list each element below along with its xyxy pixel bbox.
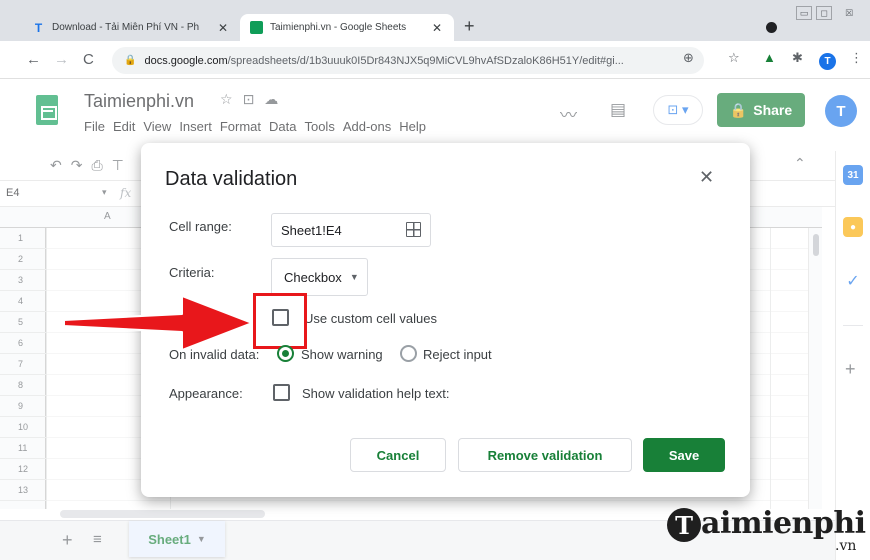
lock-icon: 🔒	[124, 55, 137, 66]
close-icon[interactable]: ✕	[699, 167, 714, 188]
reject-input-radio[interactable]	[400, 345, 417, 362]
url-path: /spreadsheets/d/1b3uuuk0I5Dr843NJX5q9MiC…	[227, 54, 624, 67]
appearance-label: Appearance:	[169, 386, 243, 401]
close-tab-icon[interactable]: ✕	[216, 21, 230, 35]
show-warning-radio[interactable]	[277, 345, 294, 362]
watermark-text: aimienphi	[701, 506, 866, 541]
highlight-box	[253, 293, 307, 349]
criteria-label: Criteria:	[169, 265, 215, 280]
reload-icon[interactable]: C	[83, 51, 94, 68]
cancel-button[interactable]: Cancel	[350, 438, 446, 472]
profile-indicator-icon[interactable]	[766, 22, 777, 33]
help-text-label[interactable]: Show validation help text:	[302, 386, 449, 401]
zoom-icon[interactable]: ⊕	[683, 50, 694, 66]
save-button[interactable]: Save	[643, 438, 725, 472]
close-tab-icon[interactable]: ✕	[430, 21, 444, 35]
custom-values-label[interactable]: Use custom cell values	[304, 311, 437, 326]
browser-avatar[interactable]: T	[819, 53, 836, 70]
sheets-favicon-icon	[250, 21, 263, 34]
help-text-checkbox[interactable]	[273, 384, 290, 401]
forward-icon[interactable]: →	[54, 51, 69, 68]
reject-input-label[interactable]: Reject input	[423, 347, 492, 362]
watermark-letter: T	[667, 508, 701, 542]
criteria-select[interactable]: Checkbox ▼	[271, 258, 368, 296]
cell-range-input[interactable]: Sheet1!E4	[271, 213, 431, 247]
close-window-icon[interactable]: ☒	[836, 6, 862, 20]
watermark-suffix: .vn	[835, 538, 857, 554]
browser-menu-icon[interactable]: ⋮	[850, 50, 863, 66]
dialog-title: Data validation	[165, 168, 298, 190]
cell-range-value: Sheet1!E4	[281, 222, 342, 238]
back-icon[interactable]: ←	[26, 51, 41, 68]
remove-validation-button[interactable]: Remove validation	[458, 438, 632, 472]
address-bar[interactable]: 🔒 docs.google.com /spreadsheets/d/1b3uuu…	[112, 47, 704, 74]
extensions-puzzle-icon[interactable]: ✱	[792, 50, 803, 66]
maximize-window-icon[interactable]: ◻	[816, 6, 832, 20]
select-range-icon[interactable]	[406, 222, 421, 237]
minimize-window-icon[interactable]: ▭	[796, 6, 812, 20]
taimienphi-favicon-icon: T	[34, 20, 43, 35]
tab-title: Download - Tải Miễn Phí VN - Ph	[52, 22, 200, 33]
annotation-arrow-icon	[63, 296, 253, 351]
tab-title: Taimienphi.vn - Google Sheets	[270, 22, 407, 33]
browser-tabstrip: T Download - Tải Miễn Phí VN - Ph ✕ Taim…	[0, 0, 870, 41]
taimienphi-watermark: T aimienphi .vn	[655, 500, 866, 558]
browser-tab-download[interactable]: T Download - Tải Miễn Phí VN - Ph ✕	[22, 14, 240, 41]
chevron-down-icon: ▼	[349, 272, 359, 282]
show-warning-label[interactable]: Show warning	[301, 347, 383, 362]
criteria-value: Checkbox	[284, 269, 342, 285]
drive-extension-icon[interactable]: ▲	[763, 50, 776, 65]
cell-range-label: Cell range:	[169, 219, 232, 234]
new-tab-icon[interactable]: +	[464, 16, 475, 37]
browser-tab-sheets[interactable]: Taimienphi.vn - Google Sheets ✕	[240, 14, 454, 41]
url-host: docs.google.com	[144, 54, 228, 67]
bookmark-star-icon[interactable]: ☆	[728, 50, 740, 66]
browser-toolbar: ← → C 🔒 docs.google.com /spreadsheets/d/…	[0, 41, 870, 79]
